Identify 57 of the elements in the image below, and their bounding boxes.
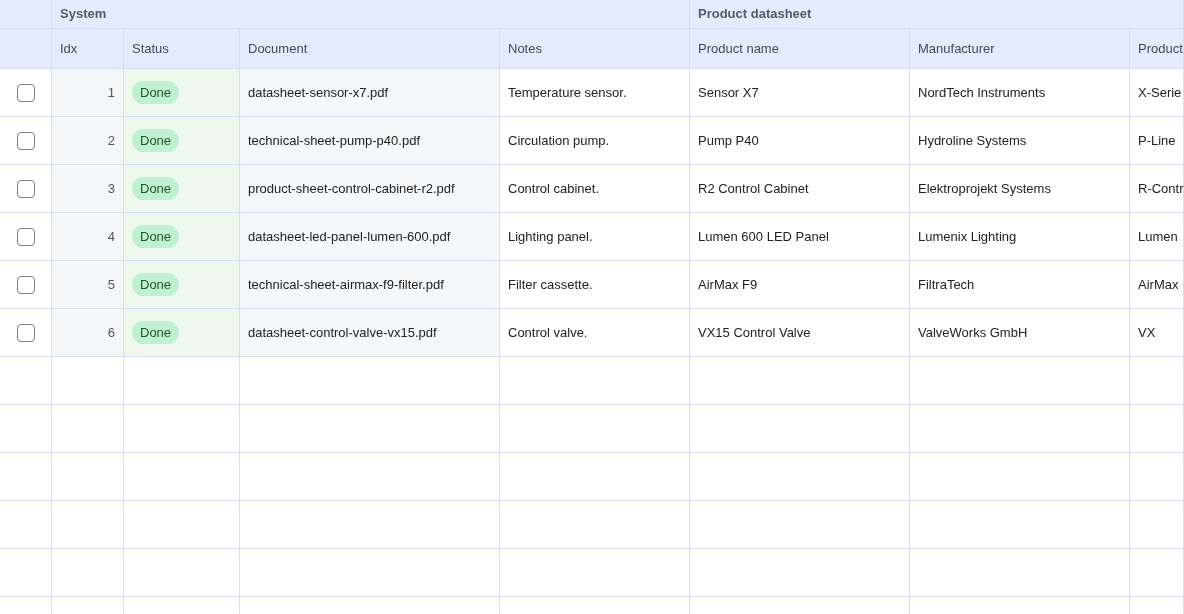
table-cell-text: VX (1138, 323, 1156, 342)
table-cell-text: 3 (107, 179, 115, 198)
status-badge: Done (132, 128, 180, 153)
table-cell-text: Circulation pump. (508, 131, 610, 150)
table-cell-text: Hydroline Systems (918, 131, 1027, 150)
table-cell-text: NordTech Instruments (918, 83, 1046, 102)
table-cell-text: technical-sheet-airmax-f9-filter.pdf (248, 275, 444, 294)
status-badge: Done (132, 176, 180, 201)
table-cell-text: Control cabinet. (508, 179, 600, 198)
table-cell-text: 4 (107, 227, 115, 246)
status-badge: Done (132, 224, 180, 249)
table-cell-text: datasheet-sensor-x7.pdf (248, 83, 389, 102)
column-group-header: Product datasheet (698, 5, 812, 24)
table-cell-text: Sensor X7 (698, 83, 759, 102)
table-cell-text: R-Contr (1138, 179, 1184, 198)
table-cell-text: 5 (107, 275, 115, 294)
table-cell-text: R2 Control Cabinet (698, 179, 809, 198)
row-checkbox[interactable] (16, 83, 35, 102)
column-header[interactable]: Manufacturer (918, 38, 995, 59)
table-cell-text: technical-sheet-pump-p40.pdf (248, 131, 420, 150)
table-cell-text: ValveWorks GmbH (918, 323, 1028, 342)
table-cell-text: Lumenix Lighting (918, 227, 1017, 246)
column-header[interactable]: Notes (508, 38, 542, 59)
table-cell-text: 1 (107, 83, 115, 102)
table-cell-text: 2 (107, 131, 115, 150)
row-checkbox[interactable] (16, 323, 35, 342)
table-cell-text: X-Serie (1138, 83, 1182, 102)
column-header[interactable]: Product name (698, 38, 779, 59)
table-cell-text: P-Line (1138, 131, 1176, 150)
table-cell-text: Control valve. (508, 323, 588, 342)
table-cell-text: AirMax F9 (698, 275, 758, 294)
column-header[interactable]: Document (248, 38, 308, 59)
table-cell-text: datasheet-control-valve-vx15.pdf (248, 323, 437, 342)
column-header[interactable]: Idx (60, 38, 78, 59)
table-cell-text: Lumen (1138, 227, 1178, 246)
column-header[interactable]: Product (1138, 38, 1183, 59)
table-cell-text: FiltraTech (918, 275, 975, 294)
column-group-header: System (60, 5, 107, 24)
table-cell-text: Pump P40 (698, 131, 759, 150)
status-badge: Done (132, 320, 180, 345)
row-checkbox[interactable] (16, 179, 35, 198)
table-cell-text: Elektroprojekt Systems (918, 179, 1051, 198)
status-badge: Done (132, 80, 180, 105)
row-checkbox[interactable] (16, 275, 35, 294)
table-cell-text: Lumen 600 LED Panel (698, 227, 829, 246)
table-cell-text: product-sheet-control-cabinet-r2.pdf (248, 179, 455, 198)
row-checkbox[interactable] (16, 131, 35, 150)
status-badge: Done (132, 272, 180, 297)
column-header[interactable]: Status (132, 38, 169, 59)
table-cell-text: Filter cassette. (508, 275, 593, 294)
table-cell-text: AirMax (1138, 275, 1179, 294)
table-cell-text: Temperature sensor. (508, 83, 627, 102)
row-checkbox[interactable] (16, 227, 35, 246)
table-cell-text: Lighting panel. (508, 227, 593, 246)
table-cell-text: datasheet-led-panel-lumen-600.pdf (248, 227, 451, 246)
table-cell-text: VX15 Control Valve (698, 323, 811, 342)
table-cell-text: 6 (107, 323, 115, 342)
